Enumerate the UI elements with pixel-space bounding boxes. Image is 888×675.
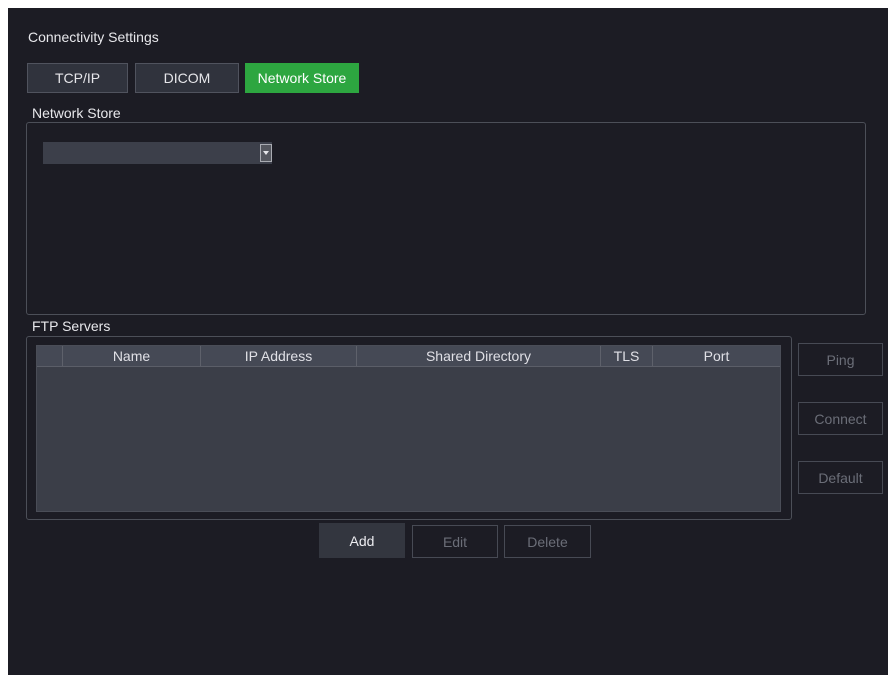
column-header-shared-directory[interactable]: Shared Directory <box>357 346 601 366</box>
chevron-down-icon[interactable] <box>260 144 272 162</box>
connect-button[interactable]: Connect <box>798 402 883 435</box>
tab-network-store[interactable]: Network Store <box>245 63 359 93</box>
column-header-ip-address[interactable]: IP Address <box>201 346 357 366</box>
ftp-servers-label: FTP Servers <box>27 318 115 334</box>
default-button[interactable]: Default <box>798 461 883 494</box>
column-header-port[interactable]: Port <box>653 346 780 366</box>
connectivity-settings-panel: Connectivity Settings TCP/IP DICOM Netwo… <box>8 8 888 675</box>
delete-button[interactable]: Delete <box>504 525 591 558</box>
ping-button[interactable]: Ping <box>798 343 883 376</box>
row-selector-header <box>37 346 63 366</box>
tab-dicom[interactable]: DICOM <box>135 63 239 93</box>
column-header-name[interactable]: Name <box>63 346 201 366</box>
page-title: Connectivity Settings <box>28 29 159 45</box>
network-store-label: Network Store <box>27 105 125 121</box>
tab-tcp-ip[interactable]: TCP/IP <box>27 63 128 93</box>
add-button[interactable]: Add <box>319 523 405 558</box>
edit-button[interactable]: Edit <box>412 525 498 558</box>
ftp-servers-table[interactable]: Name IP Address Shared Directory TLS Por… <box>36 345 781 512</box>
network-store-dropdown[interactable] <box>43 142 272 164</box>
column-header-tls[interactable]: TLS <box>601 346 653 366</box>
table-header: Name IP Address Shared Directory TLS Por… <box>37 346 780 367</box>
